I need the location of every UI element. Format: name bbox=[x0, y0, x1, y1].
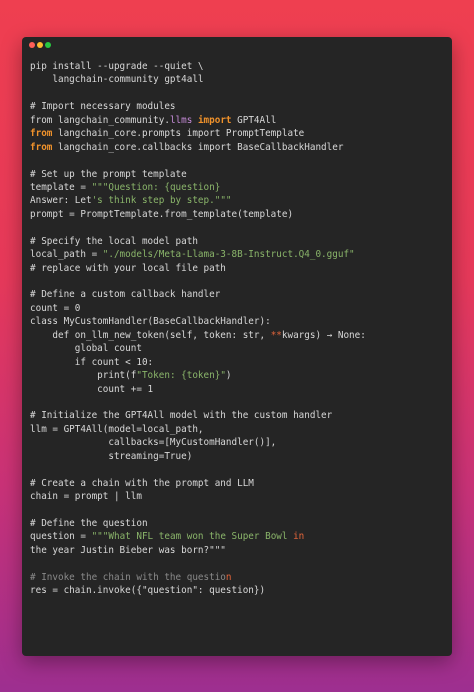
code-token: "Token: {token}" bbox=[136, 370, 226, 382]
code-block: pip install --upgrade --quiet \ langchai… bbox=[30, 60, 366, 598]
code-token: """Question: {question} bbox=[91, 181, 221, 193]
code-token: # Import necessary modules bbox=[30, 101, 176, 113]
code-token: question = bbox=[30, 531, 92, 543]
code-line: from langchain_core.prompts import Promp… bbox=[30, 127, 366, 140]
code-token: llms bbox=[169, 114, 193, 126]
code-token: """What NFL team won the Super Bowl bbox=[91, 531, 294, 543]
code-token: # Set up the prompt template bbox=[30, 168, 187, 180]
code-line: the year Justin Bieber was born?""" bbox=[30, 544, 366, 557]
code-line: # Import necessary modules bbox=[30, 100, 366, 113]
code-line: langchain-community gpt4all bbox=[30, 73, 366, 86]
code-token: langchain-community gpt4all bbox=[30, 74, 204, 86]
window-titlebar bbox=[22, 37, 452, 53]
code-line: Answer: Let's think step by step.""" bbox=[30, 194, 366, 207]
code-line: # Create a chain with the prompt and LLM bbox=[30, 477, 366, 490]
code-token: callbacks=[MyCustomHandler()], bbox=[30, 437, 277, 449]
code-line: streaming=True) bbox=[30, 450, 366, 463]
code-token: class MyCustomHandler(BaseCallbackHandle… bbox=[30, 316, 271, 328]
code-token: ** bbox=[270, 329, 282, 341]
code-line: if count < 10: bbox=[30, 356, 366, 369]
code-token: print(f bbox=[30, 370, 137, 382]
code-token: count = 0 bbox=[30, 302, 81, 314]
code-token: template = bbox=[30, 181, 92, 193]
code-token: in bbox=[293, 531, 305, 543]
code-token: from bbox=[30, 128, 53, 140]
code-line: template = """Question: {question} bbox=[30, 181, 366, 194]
close-dot-icon[interactable] bbox=[29, 42, 35, 48]
code-token: from bbox=[30, 141, 53, 153]
minimize-dot-icon[interactable] bbox=[37, 42, 43, 48]
code-token: # Invoke the chain with the questio bbox=[30, 571, 226, 583]
code-line: pip install --upgrade --quiet \ bbox=[30, 60, 366, 73]
code-token: count += 1 bbox=[30, 383, 154, 395]
code-line: class MyCustomHandler(BaseCallbackHandle… bbox=[30, 315, 366, 328]
code-line: question = """What NFL team won the Supe… bbox=[30, 530, 366, 543]
code-token: # Specify the local model path bbox=[30, 235, 198, 247]
code-line: print(f"Token: {token}") bbox=[30, 369, 366, 382]
code-token: ) bbox=[225, 370, 232, 382]
code-token: Answer: Let bbox=[30, 195, 92, 207]
code-line: callbacks=[MyCustomHandler()], bbox=[30, 436, 366, 449]
code-token: "./models/Meta-Llama-3-8B-Instruct.Q4_0.… bbox=[102, 249, 355, 261]
code-token: the year Justin Bieber was born?""" bbox=[30, 544, 226, 556]
code-line: res = chain.invoke({"question": question… bbox=[30, 584, 366, 597]
code-token: global count bbox=[30, 343, 142, 355]
code-token: GPT4All bbox=[231, 114, 277, 126]
code-line: count = 0 bbox=[30, 302, 366, 315]
code-token: def on_llm_new_token(self, token: str, bbox=[30, 329, 271, 341]
code-token: chain = prompt | llm bbox=[30, 491, 142, 502]
code-token: # Define the question bbox=[30, 517, 148, 529]
code-line: # Invoke the chain with the question bbox=[30, 571, 366, 584]
code-token: n bbox=[225, 571, 232, 583]
code-token: # Define a custom callback handler bbox=[30, 289, 221, 301]
code-line: def on_llm_new_token(self, token: str, *… bbox=[30, 329, 366, 342]
code-token: langchain_core.callbacks import BaseCall… bbox=[52, 141, 344, 153]
code-token: import bbox=[197, 114, 232, 126]
code-line: global count bbox=[30, 342, 366, 355]
code-window: pip install --upgrade --quiet \ langchai… bbox=[22, 37, 452, 656]
code-line: # Initialize the GPT4All model with the … bbox=[30, 409, 366, 422]
code-token: langchain_core.prompts import PromptTemp… bbox=[52, 128, 305, 140]
code-token: local_path = bbox=[30, 249, 103, 261]
code-token: if count < 10: bbox=[30, 356, 154, 368]
code-token: from langchain_community. bbox=[30, 114, 170, 126]
code-line: from langchain_core.callbacks import Bas… bbox=[30, 141, 366, 154]
code-token: kwargs) → None: bbox=[281, 329, 366, 341]
code-token: res = chain.invoke({"question": question… bbox=[30, 585, 266, 597]
code-token: prompt = PromptTemplate.from_template(te… bbox=[30, 208, 294, 220]
code-line: from langchain_community.llms import GPT… bbox=[30, 114, 366, 127]
code-line: llm = GPT4All(model=local_path, bbox=[30, 423, 366, 436]
code-token: # replace with your local file path bbox=[30, 262, 226, 274]
code-line: local_path = "./models/Meta-Llama-3-8B-I… bbox=[30, 248, 366, 261]
code-token: llm = GPT4All(model=local_path, bbox=[30, 423, 204, 435]
code-line: chain = prompt | llm bbox=[30, 490, 366, 503]
code-token: # Initialize the GPT4All model with the … bbox=[30, 410, 333, 422]
code-line: # Specify the local model path bbox=[30, 235, 366, 248]
code-line: # replace with your local file path bbox=[30, 262, 366, 275]
code-token: pip install --upgrade --quiet \ bbox=[30, 61, 204, 72]
code-line: prompt = PromptTemplate.from_template(te… bbox=[30, 208, 366, 221]
code-line: # Define a custom callback handler bbox=[30, 288, 366, 301]
maximize-dot-icon[interactable] bbox=[45, 42, 51, 48]
code-token: # Create a chain with the prompt and LLM bbox=[30, 477, 254, 489]
code-line: # Define the question bbox=[30, 517, 366, 530]
code-token: streaming=True) bbox=[30, 450, 193, 462]
code-line: # Set up the prompt template bbox=[30, 168, 366, 181]
code-token: 's think step by step.""" bbox=[91, 195, 232, 207]
code-line: count += 1 bbox=[30, 383, 366, 396]
